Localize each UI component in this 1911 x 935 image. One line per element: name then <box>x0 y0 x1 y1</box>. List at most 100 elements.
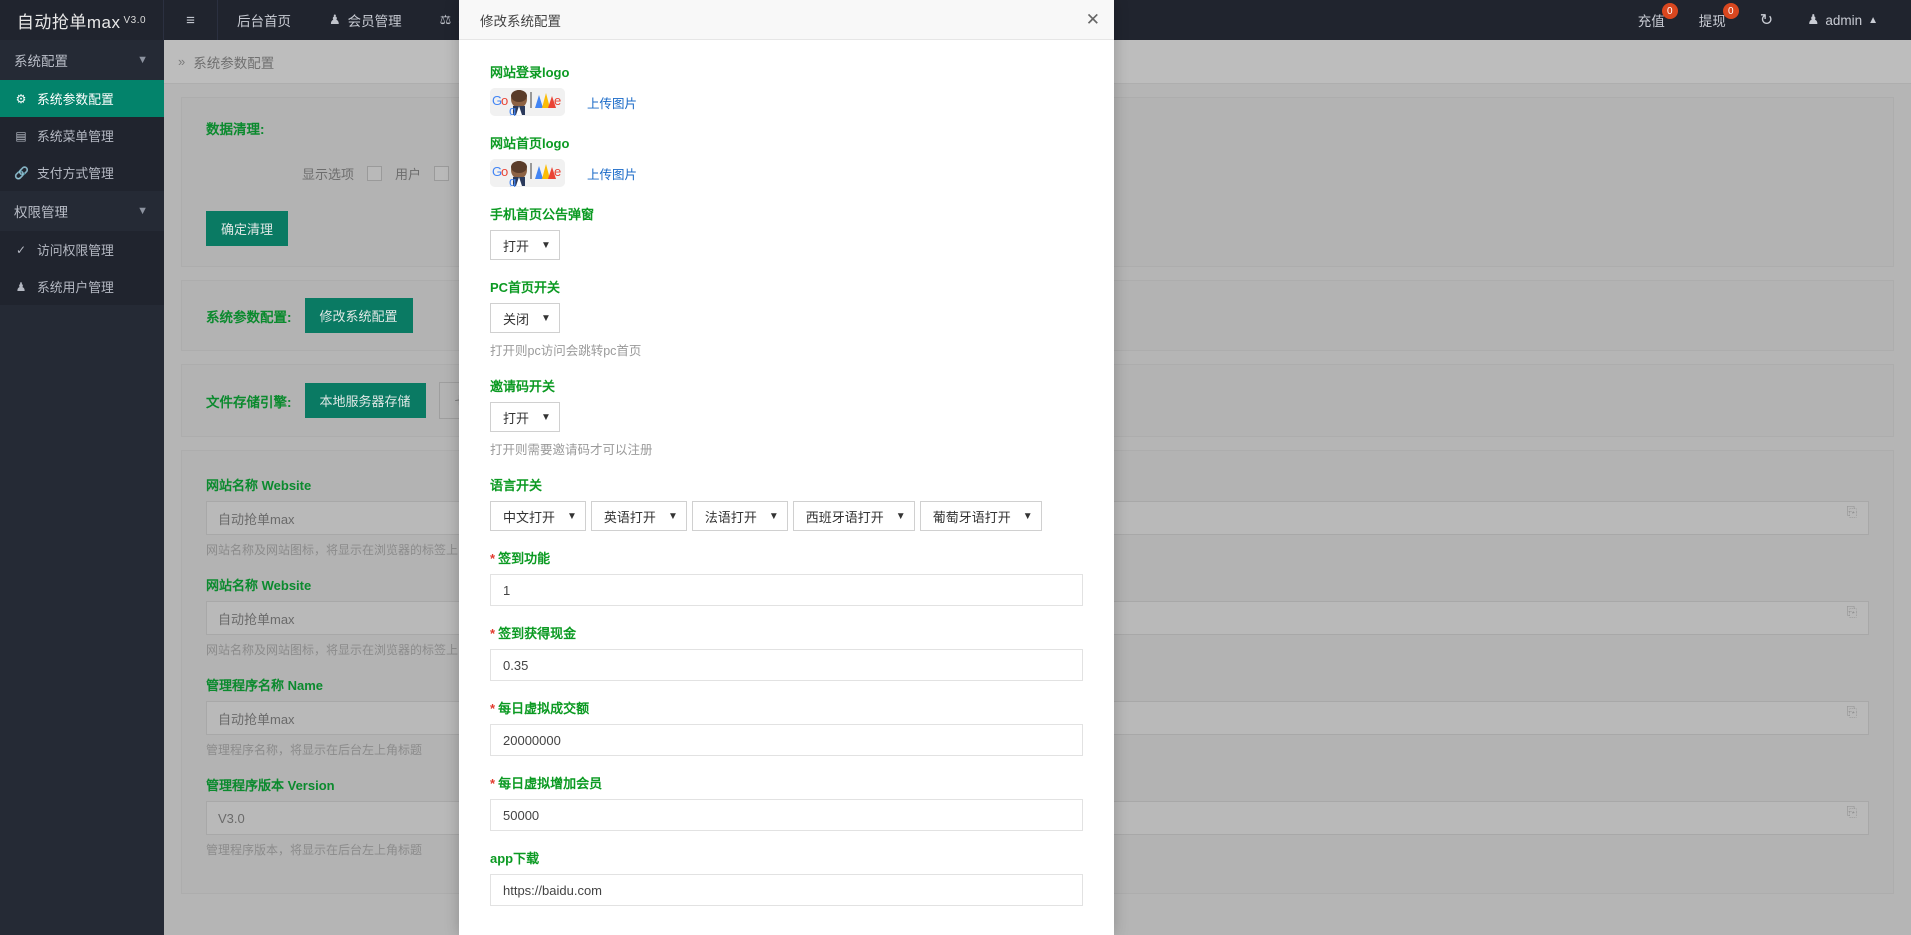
select-value: 打开 <box>503 238 530 254</box>
home-logo-label: 网站首页logo <box>490 136 570 151</box>
upload-image-link-login[interactable]: 上传图片 <box>587 93 637 112</box>
modify-system-config-button[interactable]: 修改系统配置 <box>304 298 413 333</box>
language-select-spanish[interactable]: 西班牙语打开 ▼ <box>792 501 915 531</box>
login-logo-section: 网站登录logo G o e g 上传图片 <box>490 62 1083 116</box>
svg-text:g: g <box>509 103 516 116</box>
input-value: https://baidu.com <box>503 882 602 898</box>
checkin-function-input[interactable]: 1 <box>490 574 1083 606</box>
sidebar-item-label: 系统菜单管理 <box>37 129 114 144</box>
copy-icon[interactable]: ⎘ <box>1847 504 1857 520</box>
checkin-cash-label: * 签到获得现金 <box>490 623 1083 642</box>
svg-text:e: e <box>554 164 561 179</box>
svg-text:e: e <box>554 93 561 108</box>
label-text: 每日虚拟成交额 <box>498 701 590 716</box>
storage-option-local[interactable]: 本地服务器存储 <box>304 383 426 418</box>
checkin-function-label: * 签到功能 <box>490 548 1083 567</box>
copy-icon[interactable]: ⎘ <box>1847 704 1857 720</box>
brand-logo: 自动抢单max V3.0 <box>0 0 164 40</box>
pc-home-switch-select[interactable]: 关闭 ▼ <box>490 303 560 333</box>
checkbox-label-user: 用户 <box>395 167 422 182</box>
copy-icon[interactable]: ⎘ <box>1847 604 1857 620</box>
double-chevron-right-icon: » <box>178 54 186 69</box>
withdraw-button[interactable]: 提现 0 <box>1682 0 1743 40</box>
input-value: 50000 <box>503 807 540 823</box>
daily-virtual-volume-section: * 每日虚拟成交额 20000000 <box>490 698 1083 756</box>
field-value: 自动抢单max <box>218 611 295 627</box>
google-doodle-thumbnail[interactable]: G o e g <box>490 159 565 187</box>
svg-text:g: g <box>509 174 516 187</box>
pc-home-switch-section: PC首页开关 关闭 ▼ 打开则pc访问会跳转pc首页 <box>490 277 1083 359</box>
invite-code-switch-label: 邀请码开关 <box>490 379 556 394</box>
svg-text:o: o <box>501 93 508 108</box>
login-logo-label: 网站登录logo <box>490 65 570 80</box>
sidebar-item-access-permission[interactable]: ✓ 访问权限管理 <box>0 231 164 268</box>
select-value: 中文打开 <box>503 509 556 525</box>
storage-title: 文件存储引擎: <box>206 394 292 410</box>
sidebar-item-system-users[interactable]: ♟ 系统用户管理 <box>0 268 164 305</box>
daily-virtual-volume-label: * 每日虚拟成交额 <box>490 698 1083 717</box>
chevron-down-icon: ▼ <box>1022 510 1033 522</box>
recharge-button[interactable]: 充值 0 <box>1621 0 1682 40</box>
sidebar-item-label: 系统参数配置 <box>37 92 114 107</box>
confirm-clean-button[interactable]: 确定清理 <box>206 211 289 246</box>
label-text: 签到获得现金 <box>498 626 577 641</box>
language-switch-label: 语言开关 <box>490 478 543 493</box>
recharge-label: 充值 <box>1637 14 1665 29</box>
invite-code-switch-select[interactable]: 打开 ▼ <box>490 402 560 432</box>
nav-item-dashboard[interactable]: 后台首页 <box>218 0 310 40</box>
user-menu[interactable]: ♟ admin ▲ <box>1790 0 1895 40</box>
sidebar-group-system-config[interactable]: 系统配置 ▼ <box>0 40 164 80</box>
link-icon: 🔗 <box>14 165 29 180</box>
display-options-label: 显示选项 <box>302 167 355 182</box>
language-select-english[interactable]: 英语打开 ▼ <box>590 501 687 531</box>
language-select-portuguese[interactable]: 葡萄牙语打开 ▼ <box>919 501 1042 531</box>
sidebar-group-label: 权限管理 <box>14 205 68 220</box>
daily-virtual-members-input[interactable]: 50000 <box>490 799 1083 831</box>
refresh-icon: ↻ <box>1759 12 1774 29</box>
select-value: 英语打开 <box>603 509 656 525</box>
select-value: 关闭 <box>503 311 530 327</box>
required-marker: * <box>490 776 496 791</box>
topbar-right-actions: 充值 0 提现 0 ↻ ♟ admin ▲ <box>1621 0 1911 40</box>
checkin-cash-input[interactable]: 0.35 <box>490 649 1083 681</box>
select-value: 法语打开 <box>704 509 757 525</box>
chevron-down-icon: ▼ <box>541 411 551 423</box>
user-icon: ♟ <box>329 12 341 27</box>
scale-icon: ⚖ <box>439 12 452 27</box>
sidebar-group-label: 系统配置 <box>14 54 68 69</box>
daily-virtual-volume-input[interactable]: 20000000 <box>490 724 1083 756</box>
google-doodle-thumbnail[interactable]: G o e g <box>490 88 565 116</box>
language-select-chinese[interactable]: 中文打开 ▼ <box>490 501 586 531</box>
copy-icon[interactable]: ⎘ <box>1847 804 1857 820</box>
nav-item-members[interactable]: ♟ 会员管理 <box>310 0 421 40</box>
user-label: admin <box>1825 12 1863 28</box>
gear-icon: ⚙ <box>15 91 27 106</box>
mobile-popup-select[interactable]: 打开 ▼ <box>490 230 560 260</box>
mobile-popup-label: 手机首页公告弹窗 <box>490 207 595 222</box>
menu-icon[interactable]: ≡ <box>164 0 218 40</box>
field-value: 自动抢单max <box>218 511 295 527</box>
checkbox-transaction[interactable] <box>434 166 450 181</box>
sidebar-item-system-menu[interactable]: ▤ 系统菜单管理 <box>0 117 164 154</box>
refresh-button[interactable]: ↻ <box>1743 0 1790 40</box>
close-icon[interactable]: ✕ <box>1086 11 1100 28</box>
nav-label: 后台首页 <box>237 14 291 29</box>
select-value: 打开 <box>503 410 530 426</box>
chevron-down-icon: ▼ <box>895 510 906 522</box>
app-download-label: app下载 <box>490 851 540 866</box>
sidebar-item-payment-method[interactable]: 🔗 支付方式管理 <box>0 154 164 191</box>
upload-image-link-home[interactable]: 上传图片 <box>587 164 637 183</box>
checkin-cash-section: * 签到获得现金 0.35 <box>490 623 1083 681</box>
sidebar-item-system-params[interactable]: ⚙ 系统参数配置 <box>0 80 164 117</box>
app-download-input[interactable]: https://baidu.com <box>490 874 1083 906</box>
language-select-french[interactable]: 法语打开 ▼ <box>691 501 788 531</box>
chevron-down-icon: ▼ <box>137 54 148 66</box>
chevron-up-icon: ▲ <box>1868 14 1878 26</box>
window-icon: ▤ <box>15 128 27 143</box>
sidebar-group-permissions[interactable]: 权限管理 ▼ <box>0 191 164 231</box>
withdraw-label: 提现 <box>1698 14 1726 29</box>
select-value: 葡萄牙语打开 <box>932 509 1011 525</box>
checkbox-user[interactable] <box>367 166 383 181</box>
pc-home-switch-hint: 打开则pc访问会跳转pc首页 <box>490 344 642 358</box>
language-switch-section: 语言开关 中文打开 ▼ 英语打开 ▼ 法语打开 ▼ 西班牙语打开 ▼ 葡萄牙语打… <box>490 475 1083 531</box>
